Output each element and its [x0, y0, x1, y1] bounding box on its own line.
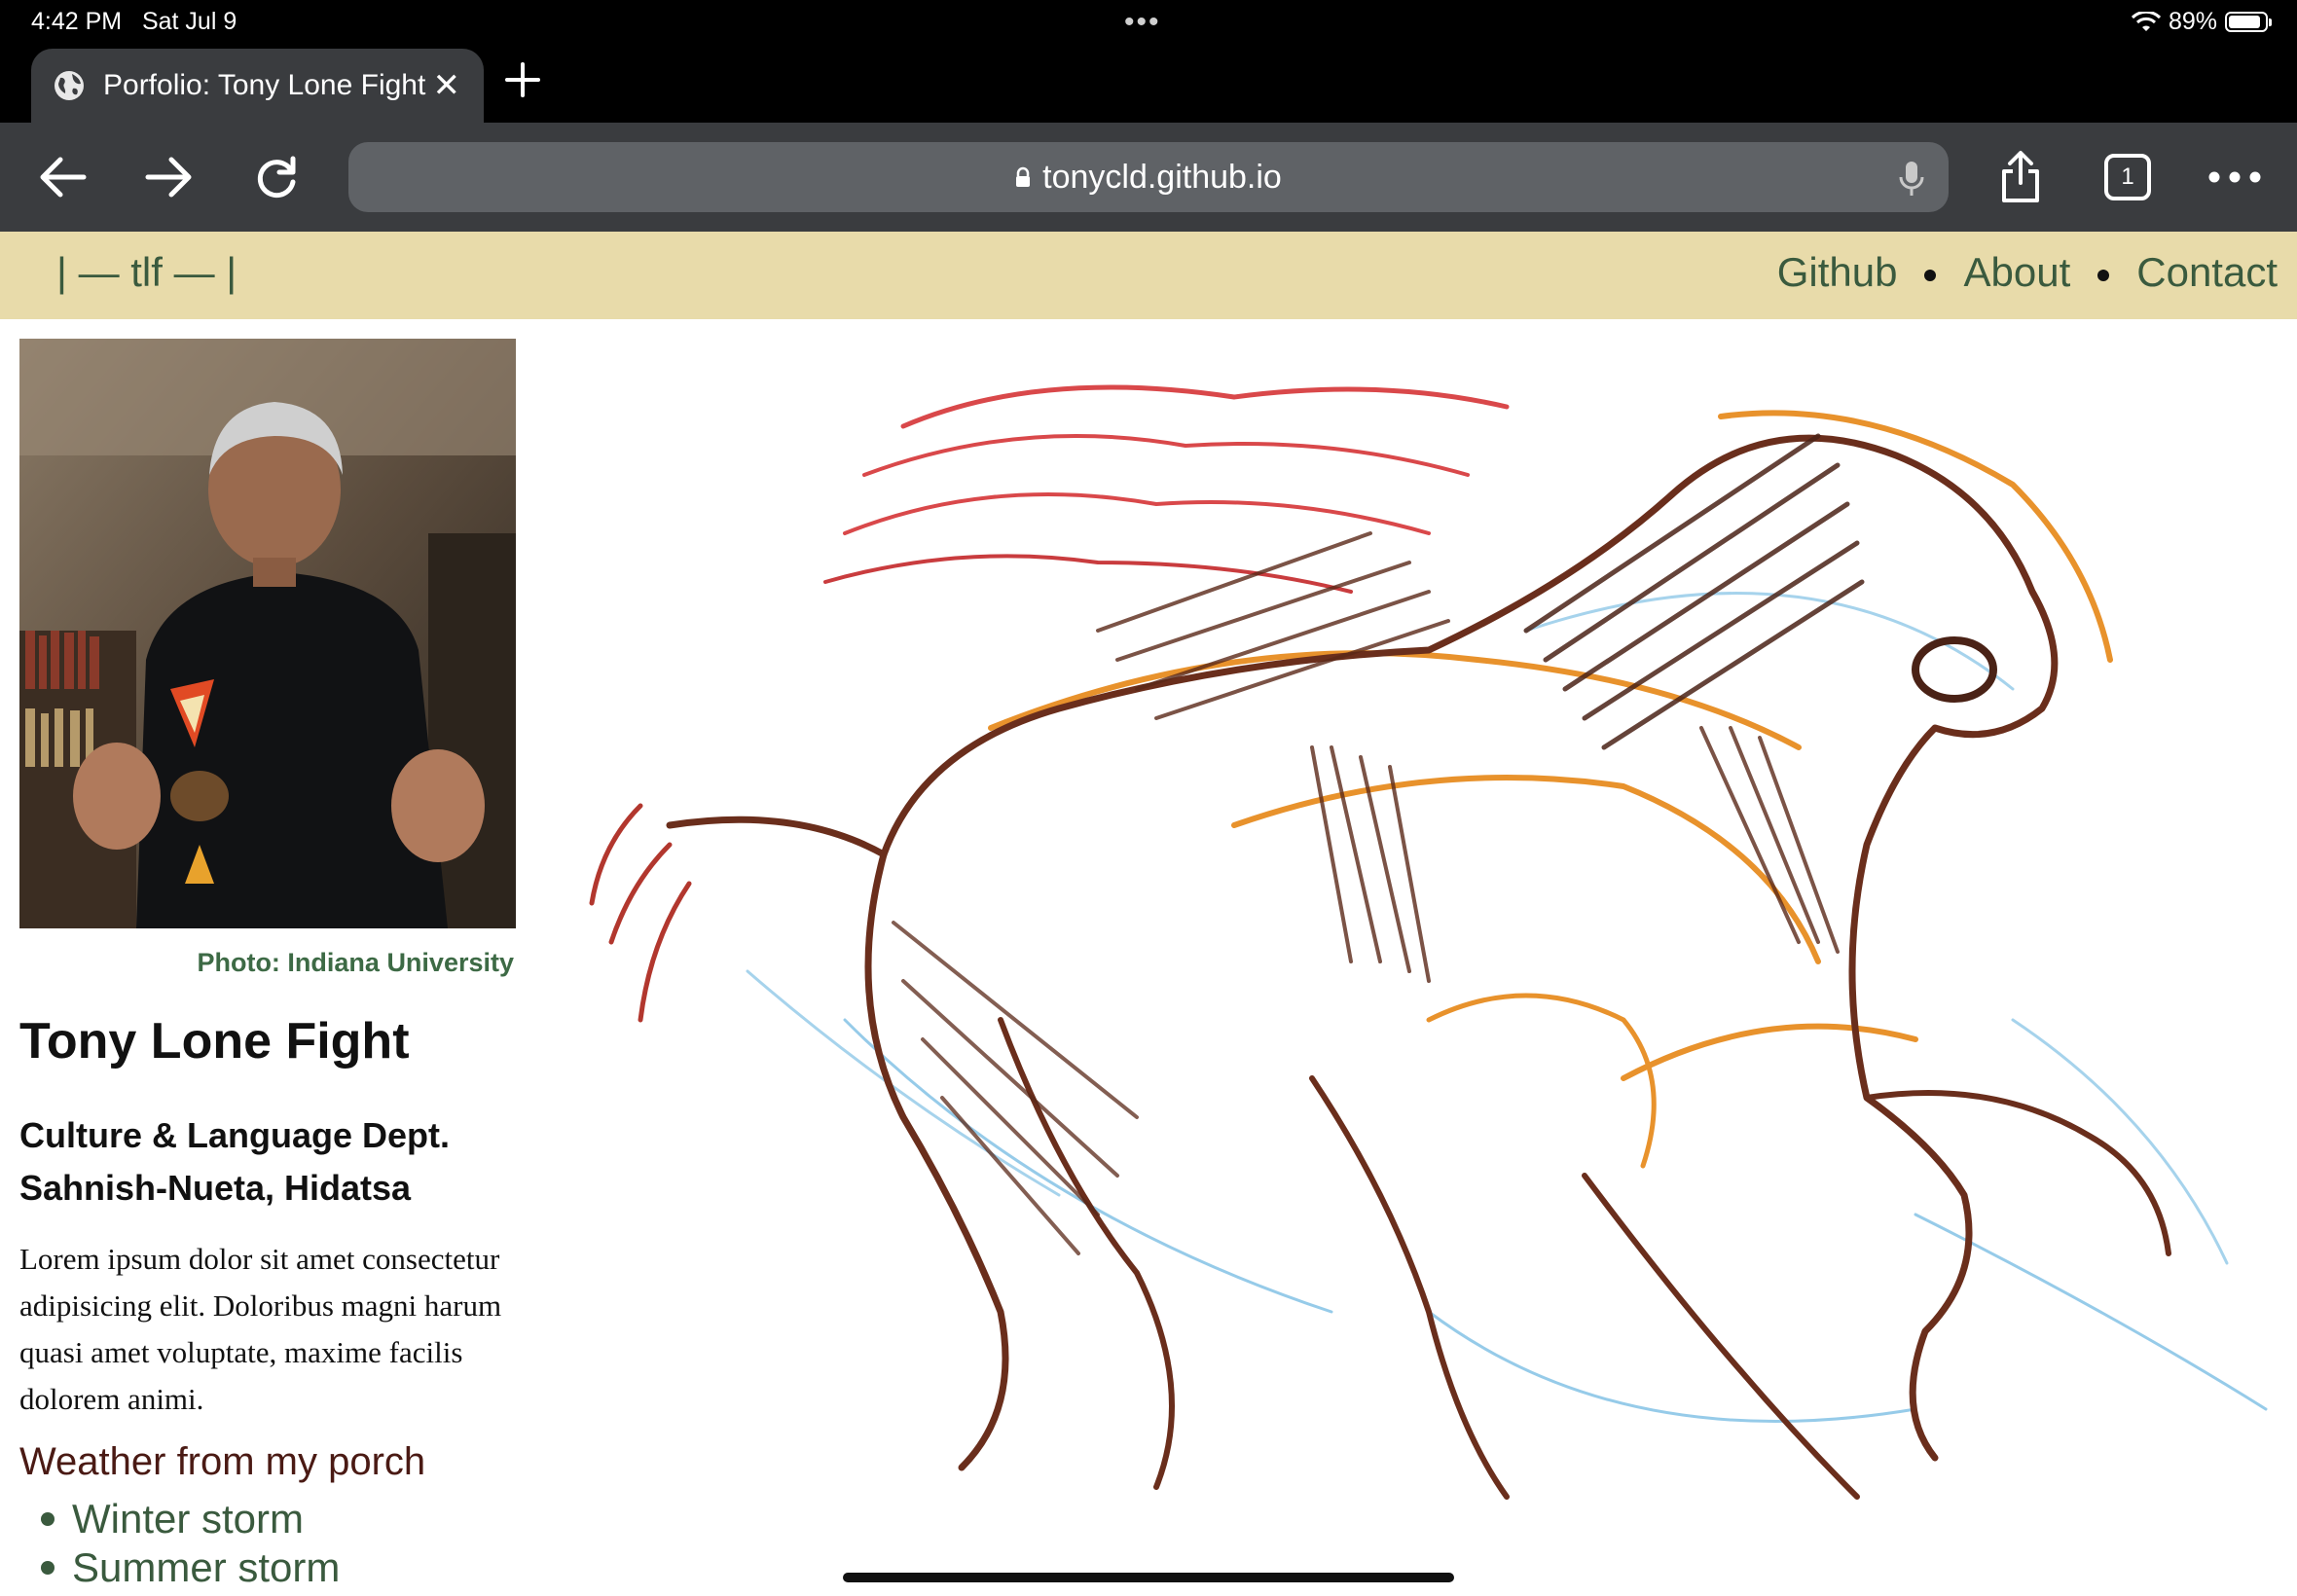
tabs-overview-button[interactable]: 1	[2100, 150, 2155, 204]
dept-line-2: Sahnish-Nueta, Hidatsa	[19, 1168, 412, 1208]
reload-button[interactable]	[249, 150, 304, 204]
share-icon	[2002, 151, 2039, 202]
bullet-icon	[41, 1561, 55, 1575]
battery-percent: 89%	[2168, 8, 2217, 35]
url-text: tonycld.github.io	[1042, 158, 1282, 196]
browser-toolbar: tonycld.github.io 1	[0, 123, 2297, 232]
wifi-icon	[2131, 11, 2161, 31]
status-bar: 4:42 PM Sat Jul 9 ••• 89%	[0, 0, 2297, 47]
site-nav: Github About Contact	[1777, 249, 2278, 296]
reload-icon	[257, 156, 296, 199]
weather-link-summer[interactable]: Summer storm	[41, 1543, 340, 1592]
multitasking-dots-icon[interactable]: •••	[1124, 6, 1161, 39]
hero-horse-sketch	[553, 339, 2297, 1516]
dept-line-1: Culture & Language Dept.	[19, 1115, 451, 1155]
photo-caption: Photo: Indiana University	[197, 948, 514, 977]
nav-separator	[2097, 270, 2110, 281]
site-logo[interactable]: | — tlf — |	[56, 249, 237, 296]
profile-bio: Lorem ipsum dolor sit amet consectetur a…	[19, 1242, 502, 1416]
profile-department: Culture & Language Dept. Sahnish-Nueta, …	[19, 1109, 450, 1215]
more-button[interactable]	[2207, 150, 2262, 204]
tab-title: Porfolio: Tony Lone Fight	[103, 69, 426, 101]
bullet-icon	[41, 1512, 55, 1526]
ellipsis-icon	[2208, 171, 2261, 183]
new-tab-icon[interactable]	[501, 58, 544, 101]
status-right: 89%	[2131, 8, 2272, 36]
site-header: | — tlf — | Github About Contact	[0, 232, 2297, 319]
nav-separator	[1924, 270, 1937, 281]
browser-tab[interactable]: Porfolio: Tony Lone Fight ✕	[31, 49, 484, 123]
back-button[interactable]	[35, 150, 90, 204]
tab-count: 1	[2121, 163, 2134, 190]
nav-link-about[interactable]: About	[1963, 249, 2070, 296]
weather-link-winter[interactable]: Winter storm	[41, 1495, 340, 1543]
back-arrow-icon	[40, 157, 87, 198]
status-time: 4:42 PM Sat Jul 9	[31, 8, 237, 35]
address-bar[interactable]: tonycld.github.io	[348, 142, 1949, 212]
forward-button[interactable]	[142, 150, 197, 204]
close-tab-icon[interactable]: ✕	[433, 66, 461, 105]
nav-link-github[interactable]: Github	[1777, 249, 1898, 296]
lock-icon	[1015, 166, 1031, 188]
globe-icon	[53, 69, 86, 102]
home-indicator[interactable]	[843, 1573, 1454, 1582]
share-button[interactable]	[1993, 150, 2048, 204]
forward-arrow-icon	[145, 157, 192, 198]
tab-strip: Porfolio: Tony Lone Fight ✕	[0, 47, 2297, 123]
weather-heading: Weather from my porch	[19, 1440, 426, 1483]
battery-icon	[2225, 12, 2272, 32]
profile-name: Tony Lone Fight	[19, 1013, 410, 1070]
nav-link-contact[interactable]: Contact	[2136, 249, 2278, 296]
profile-photo	[19, 339, 516, 928]
weather-list: Winter storm Summer storm	[41, 1495, 340, 1592]
microphone-icon[interactable]	[1898, 160, 1925, 199]
